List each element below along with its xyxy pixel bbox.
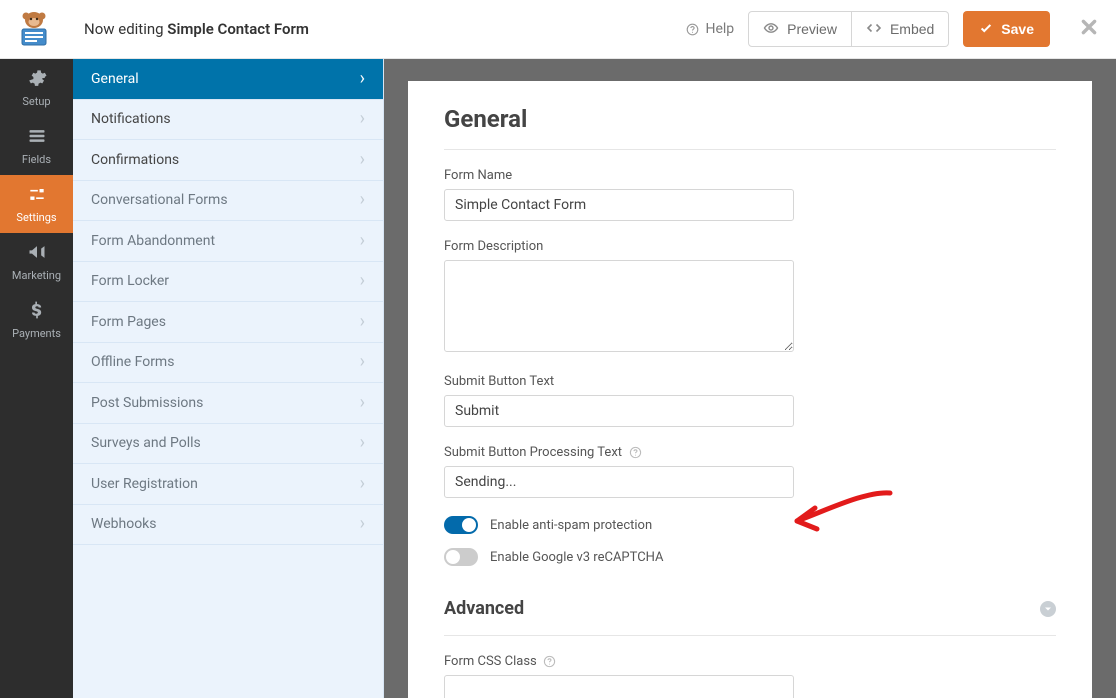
chevron-right-icon: › — [360, 434, 365, 452]
chevron-right-icon: › — [360, 232, 365, 250]
preview-embed-group: Preview Embed — [748, 11, 949, 47]
help-label: Help — [705, 21, 734, 37]
bullhorn-icon — [27, 242, 47, 265]
sidebar-item-offline[interactable]: Offline Forms › — [73, 343, 383, 384]
antispam-toggle[interactable] — [444, 516, 478, 534]
form-title: Simple Contact Form — [167, 20, 309, 38]
chevron-down-icon — [1040, 601, 1056, 617]
chevron-right-icon: › — [360, 70, 365, 88]
sidebar-item-conversational[interactable]: Conversational Forms › — [73, 181, 383, 222]
sidebar-item-label: Offline Forms — [91, 354, 174, 370]
submit-processing-label: Submit Button Processing Text — [444, 445, 794, 460]
sidebar-item-label: Conversational Forms — [91, 192, 228, 208]
section-heading-advanced[interactable]: Advanced — [444, 598, 1056, 636]
submit-processing-label-text: Submit Button Processing Text — [444, 445, 622, 460]
code-icon — [866, 20, 882, 39]
embed-button[interactable]: Embed — [852, 11, 949, 47]
form-css-input[interactable] — [444, 675, 794, 698]
chevron-right-icon: › — [360, 151, 365, 169]
leftnav-item-fields[interactable]: Fields — [0, 117, 73, 175]
advanced-heading-text: Advanced — [444, 598, 524, 619]
chevron-right-icon: › — [360, 515, 365, 533]
chevron-right-icon: › — [360, 191, 365, 209]
sidebar-item-label: Webhooks — [91, 516, 157, 532]
eye-icon — [763, 20, 779, 39]
recaptcha-label: Enable Google v3 reCAPTCHA — [490, 550, 664, 565]
submit-text-label: Submit Button Text — [444, 374, 794, 389]
leftnav-item-settings[interactable]: Settings — [0, 175, 73, 233]
chevron-right-icon: › — [360, 394, 365, 412]
antispam-row: Enable anti-spam protection — [444, 516, 1056, 534]
sidebar-item-pages[interactable]: Form Pages › — [73, 302, 383, 343]
recaptcha-row: Enable Google v3 reCAPTCHA — [444, 548, 1056, 566]
sidebar-item-label: Post Submissions — [91, 395, 203, 411]
section-heading-general: General — [444, 105, 1056, 150]
gear-icon — [27, 68, 47, 91]
close-button[interactable] — [1080, 17, 1098, 42]
settings-sidebar: General › Notifications › Confirmations … — [73, 59, 384, 698]
leftnav-label: Setup — [22, 95, 50, 108]
sidebar-item-label: Notifications — [91, 111, 171, 127]
submit-text-input[interactable] — [444, 395, 794, 427]
sidebar-item-notifications[interactable]: Notifications › — [73, 100, 383, 141]
leftnav-item-marketing[interactable]: Marketing — [0, 233, 73, 291]
sidebar-item-posts[interactable]: Post Submissions › — [73, 383, 383, 424]
leftnav: Setup Fields Settings Marketing Payments — [0, 59, 73, 698]
leftnav-label: Fields — [22, 153, 51, 166]
leftnav-item-setup[interactable]: Setup — [0, 59, 73, 117]
topbar: Now editing Simple Contact Form Help Pre… — [0, 0, 1116, 59]
sidebar-item-abandonment[interactable]: Form Abandonment › — [73, 221, 383, 262]
chevron-right-icon: › — [360, 272, 365, 290]
sidebar-item-label: Form Locker — [91, 273, 169, 289]
leftnav-label: Settings — [16, 211, 56, 224]
form-css-label-text: Form CSS Class — [444, 654, 537, 669]
leftnav-item-payments[interactable]: Payments — [0, 291, 73, 349]
form-css-label: Form CSS Class — [444, 654, 794, 669]
form-name-input[interactable] — [444, 189, 794, 221]
sidebar-item-label: Form Pages — [91, 314, 166, 330]
form-description-label: Form Description — [444, 239, 794, 254]
sidebar-item-user-reg[interactable]: User Registration › — [73, 464, 383, 505]
sidebar-item-confirmations[interactable]: Confirmations › — [73, 140, 383, 181]
help-icon — [685, 22, 699, 36]
sidebar-item-label: Surveys and Polls — [91, 435, 201, 451]
check-icon — [979, 21, 993, 38]
sidebar-item-webhooks[interactable]: Webhooks › — [73, 505, 383, 546]
sidebar-item-locker[interactable]: Form Locker › — [73, 262, 383, 303]
antispam-label: Enable anti-spam protection — [490, 518, 652, 533]
settings-paper: General Form Name Form Description Submi… — [408, 81, 1092, 698]
form-description-input[interactable] — [444, 260, 794, 352]
recaptcha-toggle[interactable] — [444, 548, 478, 566]
submit-processing-input[interactable] — [444, 466, 794, 498]
dollar-icon — [27, 300, 47, 323]
leftnav-label: Payments — [12, 327, 61, 340]
form-name-label: Form Name — [444, 168, 794, 183]
leftnav-label: Marketing — [12, 269, 61, 282]
sidebar-item-general[interactable]: General › — [73, 59, 383, 100]
sidebar-item-label: Confirmations — [91, 152, 179, 168]
sidebar-item-surveys[interactable]: Surveys and Polls › — [73, 424, 383, 465]
sidebar-item-label: Form Abandonment — [91, 233, 215, 249]
help-link[interactable]: Help — [685, 21, 734, 37]
chevron-right-icon: › — [360, 313, 365, 331]
sidebar-item-label: General — [91, 71, 139, 87]
content-area: General Form Name Form Description Submi… — [384, 59, 1116, 698]
sidebar-item-label: User Registration — [91, 476, 198, 492]
preview-label: Preview — [787, 21, 837, 37]
help-icon[interactable] — [628, 446, 642, 460]
app-logo — [14, 9, 54, 49]
chevron-right-icon: › — [360, 475, 365, 493]
save-label: Save — [1001, 21, 1034, 37]
page-title: Now editing Simple Contact Form — [84, 20, 309, 38]
chevron-right-icon: › — [360, 353, 365, 371]
editing-prefix: Now editing — [84, 20, 167, 38]
save-button[interactable]: Save — [963, 11, 1050, 47]
embed-label: Embed — [890, 21, 934, 37]
preview-button[interactable]: Preview — [748, 11, 852, 47]
sliders-icon — [27, 184, 47, 207]
help-icon[interactable] — [543, 655, 557, 669]
list-icon — [27, 126, 47, 149]
chevron-right-icon: › — [360, 110, 365, 128]
